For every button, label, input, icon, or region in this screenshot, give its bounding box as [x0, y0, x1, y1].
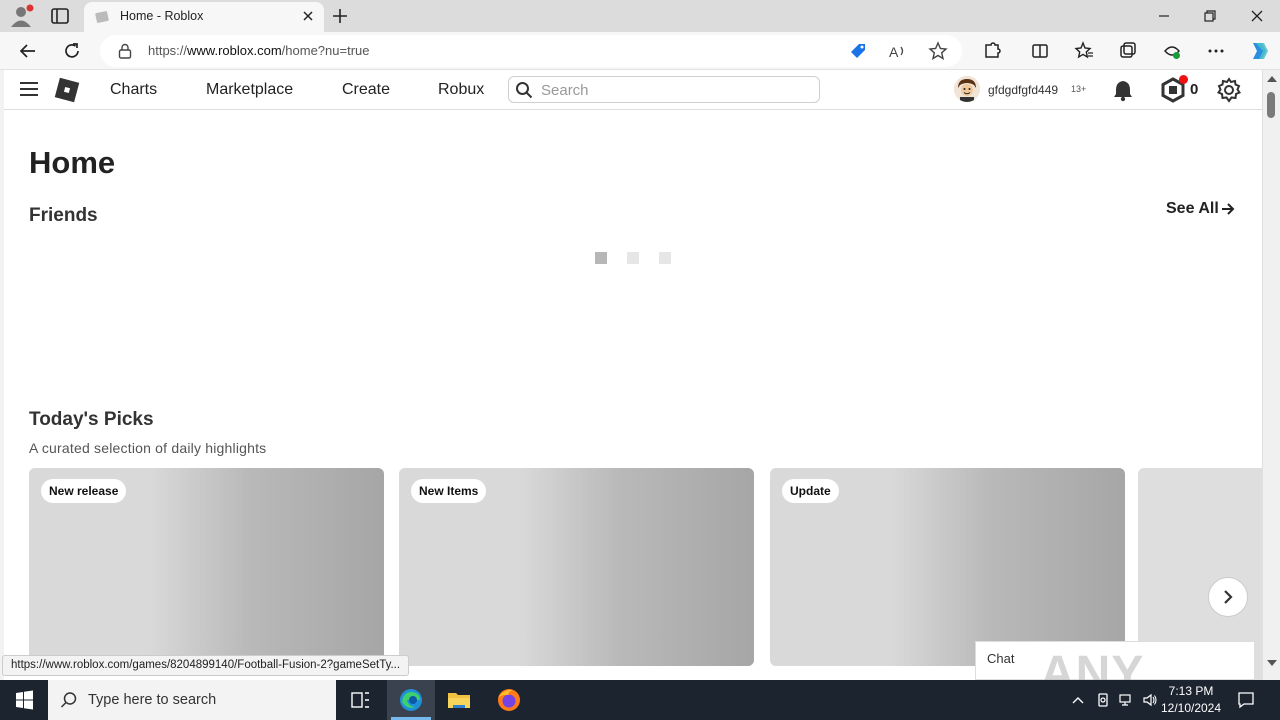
- volume-icon[interactable]: [1142, 692, 1158, 708]
- card-badge: New Items: [411, 479, 487, 503]
- shopping-tag-icon[interactable]: [848, 41, 868, 61]
- browser-tab-strip: Home - Roblox: [0, 0, 1280, 32]
- extensions-icon[interactable]: [982, 41, 1002, 61]
- pick-card[interactable]: New release: [29, 468, 384, 666]
- search-box: [508, 76, 820, 103]
- nav-marketplace[interactable]: Marketplace: [206, 81, 293, 99]
- lock-icon[interactable]: [118, 43, 132, 59]
- close-window-icon[interactable]: [1247, 6, 1267, 26]
- device-icon[interactable]: [1095, 692, 1111, 708]
- collections-icon[interactable]: [1118, 41, 1138, 61]
- back-icon[interactable]: [18, 41, 38, 61]
- scroll-down-icon[interactable]: [1267, 660, 1277, 666]
- roblox-logo-icon[interactable]: [53, 76, 81, 104]
- tab-home-roblox[interactable]: Home - Roblox: [84, 2, 324, 32]
- loading-dot: [659, 252, 671, 264]
- edge-icon: [400, 689, 422, 711]
- address-bar[interactable]: https://www.roblox.com/home?nu=true A: [100, 35, 962, 67]
- search-icon[interactable]: [515, 81, 533, 99]
- todays-picks-heading: Today's Picks: [29, 409, 154, 430]
- anyrun-watermark: ANY RUN: [1040, 647, 1144, 680]
- new-tab-icon[interactable]: [330, 6, 350, 26]
- copilot-icon[interactable]: [1247, 39, 1271, 63]
- roblox-favicon-icon: [95, 11, 109, 23]
- split-screen-icon[interactable]: [1030, 41, 1050, 61]
- search-icon: [60, 692, 77, 708]
- username[interactable]: gfdgdfgfd449: [988, 83, 1058, 97]
- refresh-icon[interactable]: [62, 41, 82, 61]
- card-badge: Update: [782, 479, 839, 503]
- network-icon[interactable]: [1118, 692, 1134, 708]
- svg-text:A: A: [889, 44, 899, 60]
- main-content: Home Friends See All Today's Picks A cur…: [4, 110, 1262, 680]
- arrow-right-icon[interactable]: [1220, 201, 1236, 217]
- pick-card[interactable]: Update: [770, 468, 1125, 666]
- restore-icon[interactable]: [1200, 6, 1220, 26]
- windows-start-icon[interactable]: [0, 680, 48, 720]
- minimize-icon[interactable]: [1154, 6, 1174, 26]
- loading-dot: [595, 252, 607, 264]
- nav-robux[interactable]: Robux: [438, 81, 484, 99]
- robux-alert-dot: [1179, 75, 1188, 84]
- windows-taskbar: Type here to search 7:13 PM 12/10/2024: [0, 680, 1280, 720]
- todays-picks-subtitle: A curated selection of daily highlights: [29, 440, 267, 456]
- nav-create[interactable]: Create: [342, 81, 390, 99]
- url-text: https://www.roblox.com/home?nu=true: [148, 43, 370, 58]
- tab-title: Home - Roblox: [120, 9, 204, 23]
- read-aloud-icon[interactable]: A: [888, 41, 908, 61]
- favorites-icon[interactable]: [1074, 41, 1094, 61]
- page-viewport: Charts Marketplace Create Robux gfdgdfgf…: [0, 70, 1262, 680]
- task-view-icon[interactable]: [336, 680, 384, 720]
- see-all-link[interactable]: See All: [1166, 200, 1219, 218]
- scroll-up-icon[interactable]: [1267, 76, 1277, 82]
- taskbar-search[interactable]: Type here to search: [48, 680, 336, 720]
- avatar[interactable]: [954, 76, 980, 102]
- notifications-bell-icon[interactable]: [1112, 78, 1134, 102]
- profile-icon[interactable]: [8, 4, 34, 28]
- tab-actions-icon[interactable]: [50, 6, 70, 26]
- carousel-next-button[interactable]: [1208, 577, 1248, 617]
- browser-toolbar: https://www.roblox.com/home?nu=true A: [0, 32, 1280, 70]
- notification-center-icon[interactable]: [1236, 690, 1256, 710]
- card-badge: New release: [41, 479, 127, 503]
- robux-count[interactable]: 0: [1190, 81, 1198, 98]
- friends-heading: Friends: [29, 205, 98, 226]
- roblox-header: Charts Marketplace Create Robux gfdgdfgf…: [4, 70, 1262, 110]
- chevron-up-icon[interactable]: [1070, 692, 1086, 708]
- favorite-star-icon[interactable]: [928, 41, 948, 61]
- loading-dot: [627, 252, 639, 264]
- page-scrollbar[interactable]: [1262, 70, 1280, 680]
- nav-charts[interactable]: Charts: [110, 81, 157, 99]
- file-explorer-icon[interactable]: [435, 680, 483, 720]
- settings-gear-icon[interactable]: [1216, 77, 1242, 103]
- chevron-right-icon: [1224, 590, 1233, 604]
- page-title: Home: [29, 145, 116, 180]
- more-options-icon[interactable]: [1206, 41, 1226, 61]
- clock-time: 7:13 PM: [1168, 684, 1214, 698]
- menu-icon[interactable]: [19, 81, 39, 97]
- firefox-icon[interactable]: [485, 680, 533, 720]
- age-badge: 13+: [1071, 84, 1087, 94]
- avatar-image-icon: [954, 76, 980, 102]
- pick-card[interactable]: New Items: [399, 468, 754, 666]
- search-input[interactable]: [541, 80, 811, 100]
- taskbar-edge[interactable]: [387, 680, 435, 720]
- clock-date: 12/10/2024: [1160, 701, 1222, 715]
- browser-essentials-icon[interactable]: [1162, 41, 1182, 61]
- taskbar-search-placeholder: Type here to search: [88, 692, 217, 708]
- taskbar-clock[interactable]: 7:13 PM 12/10/2024: [1160, 683, 1222, 717]
- scroll-thumb[interactable]: [1267, 92, 1275, 118]
- link-status-bar: https://www.roblox.com/games/8204899140/…: [2, 655, 410, 676]
- close-tab-icon[interactable]: [300, 8, 316, 24]
- chat-label: Chat: [987, 651, 1015, 666]
